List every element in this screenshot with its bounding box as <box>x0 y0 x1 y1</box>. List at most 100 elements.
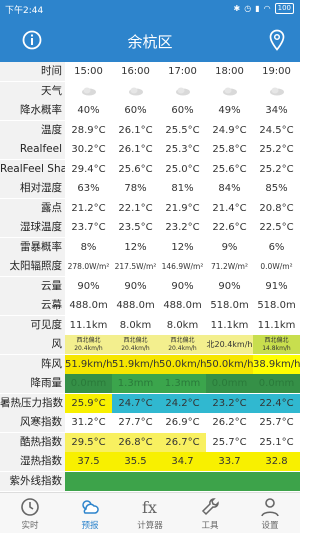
table-cell: 25.1°C <box>253 432 300 452</box>
table-row: 可见度 11.1km 8.0km 8.0km 11.1km 11.1km <box>0 315 300 335</box>
table-cell: 18:00 <box>215 66 244 77</box>
row-label: 时间 <box>0 62 65 82</box>
table-cell: 21.4°C <box>212 202 247 214</box>
table-cell <box>112 82 159 101</box>
table-cell: 1.3mm <box>112 374 159 394</box>
bluetooth-icon: ✱ <box>233 4 241 13</box>
table-row: 湿热指数 37.5 35.5 34.7 33.7 32.8 <box>0 452 300 472</box>
table-row: 云量 90% 90% 90% 90% 91% <box>0 276 300 296</box>
table-cell: 30.2°C <box>71 144 106 155</box>
table-row: Realfeel 30.2°C 26.1°C 25.3°C 25.8°C 25.2°C <box>0 140 300 160</box>
weather-icon <box>82 500 99 514</box>
table-cell: 24.9°C <box>212 124 247 136</box>
table-cell: 19:00 <box>262 66 291 77</box>
table-cell <box>206 82 253 101</box>
table-cell: 11.1km <box>210 319 249 331</box>
clock-icon <box>21 498 39 516</box>
table-cell: 33.7 <box>206 452 253 472</box>
table-cell: 25.7°C <box>259 417 294 428</box>
row-label: 风寒指数 <box>0 413 65 433</box>
table-cell: 27.7°C <box>118 417 153 428</box>
table-cell: 32.8 <box>253 452 300 472</box>
table-row: 暑热压力指数 25.9°C 24.7°C 24.2°C 23.2°C 22.4°C <box>0 393 300 413</box>
table-cell: 25.3°C <box>165 144 200 155</box>
row-label: 雷暴概率 <box>0 237 65 257</box>
table-cell: 12% <box>124 241 147 253</box>
table-cell: 25.8°C <box>212 144 247 155</box>
table-cell: 40% <box>77 105 100 116</box>
row-label: 风 <box>0 335 65 355</box>
table-cell: 24.7°C <box>112 393 159 413</box>
table-cell: 146.9W/m² <box>161 262 204 271</box>
tab-label: 设置 <box>261 521 279 531</box>
table-cell: 50.0km/h <box>159 354 206 374</box>
row-label: 降雨量 <box>0 374 65 394</box>
row-label: 可见度 <box>0 315 65 335</box>
table-cell: 17:00 <box>168 66 197 77</box>
battery-icon: 100 <box>274 3 294 14</box>
table-row: 太阳辐照度 278.0W/m² 217.5W/m² 146.9W/m² 71.2W/m²… <box>0 257 300 277</box>
table-cell: 25.5°C <box>165 124 200 136</box>
table-cell: 85% <box>265 183 288 194</box>
table-row: 时间 15:00 16:00 17:00 18:00 19:00 <box>0 62 300 82</box>
table-cell: 12% <box>171 241 194 253</box>
table-row: 露点 21.2°C 22.1°C 21.9°C 21.4°C 20.8°C <box>0 198 300 218</box>
table-cell: 25.6°C <box>212 163 247 175</box>
alarm-icon: ◷ <box>244 4 252 13</box>
tab-weather[interactable]: 预报 <box>60 493 120 533</box>
table-row: 风寒指数 31.2°C 27.7°C 26.9°C 26.2°C 25.7°C <box>0 413 300 433</box>
table-cell: 21.9°C <box>165 202 200 214</box>
table-row: RealFeel Shade 29.4°C 25.6°C 25.0°C 25.6°C 25… <box>0 159 300 179</box>
table-cell: 25.7°C <box>206 432 253 452</box>
location-pin-icon[interactable] <box>268 29 286 51</box>
cloud-icon <box>222 87 237 95</box>
table-cell: 23.2°C <box>206 393 253 413</box>
table-cell: 26.2°C <box>212 417 247 428</box>
table-cell <box>65 82 112 101</box>
table-cell: 84% <box>218 183 241 194</box>
table-cell: 217.5W/m² <box>114 262 157 271</box>
table-cell: 11.1km <box>69 319 108 331</box>
table-row: 相对湿度 63% 78% 81% 84% 85% <box>0 179 300 199</box>
table-cell: 0.0mm <box>253 374 300 394</box>
table-cell: 24.5°C <box>259 124 294 136</box>
row-label: 湿热指数 <box>0 452 65 472</box>
table-cell: 8.0km <box>119 319 152 331</box>
table-cell: 49% <box>218 105 241 116</box>
tab-clock[interactable]: 实时 <box>0 493 60 533</box>
table-cell: 20.8°C <box>259 202 294 214</box>
table-cell: 15:00 <box>74 66 103 77</box>
row-label: 湿球温度 <box>0 218 65 238</box>
user-icon <box>261 498 279 517</box>
tab-wrench[interactable]: 工具 <box>180 493 240 533</box>
table-cell <box>112 471 159 491</box>
row-label: 露点 <box>0 198 65 218</box>
table-cell: 78% <box>124 183 147 194</box>
row-label: 相对湿度 <box>0 179 65 199</box>
table-cell: 11.1km <box>257 319 296 331</box>
table-cell: 22.4°C <box>253 393 300 413</box>
table-cell: 34% <box>265 105 288 116</box>
page-title: 余杭区 <box>127 33 173 51</box>
forecast-table[interactable]: 时间 15:00 16:00 17:00 18:00 19:00 天气 降水概率 40% 60% 6… <box>0 62 300 492</box>
tab-user[interactable]: 设置 <box>240 493 300 533</box>
table-cell: 26.1°C <box>118 144 153 155</box>
table-cell: 23.5°C <box>118 222 153 233</box>
table-cell: 25.2°C <box>259 144 294 155</box>
table-cell: 60% <box>124 105 147 116</box>
table-cell: 28.9°C <box>71 124 106 136</box>
table-cell: 90% <box>124 280 147 292</box>
table-cell: 16:00 <box>121 66 150 77</box>
table-cell: 31.2°C <box>71 417 106 428</box>
row-label: 云量 <box>0 276 65 296</box>
table-cell: 24.2°C <box>159 393 206 413</box>
table-cell: 25.9°C <box>65 393 112 413</box>
svg-text:fx: fx <box>142 498 157 517</box>
table-cell: 西北偏北 14.8km/h <box>253 335 300 355</box>
cloud-icon <box>128 87 143 95</box>
table-cell: 26.1°C <box>118 124 153 136</box>
table-cell: 50.0km/h <box>206 354 253 374</box>
tab-fx[interactable]: fx 计算器 <box>120 493 180 533</box>
table-cell: 90% <box>218 280 241 292</box>
table-row: 天气 <box>0 81 300 101</box>
